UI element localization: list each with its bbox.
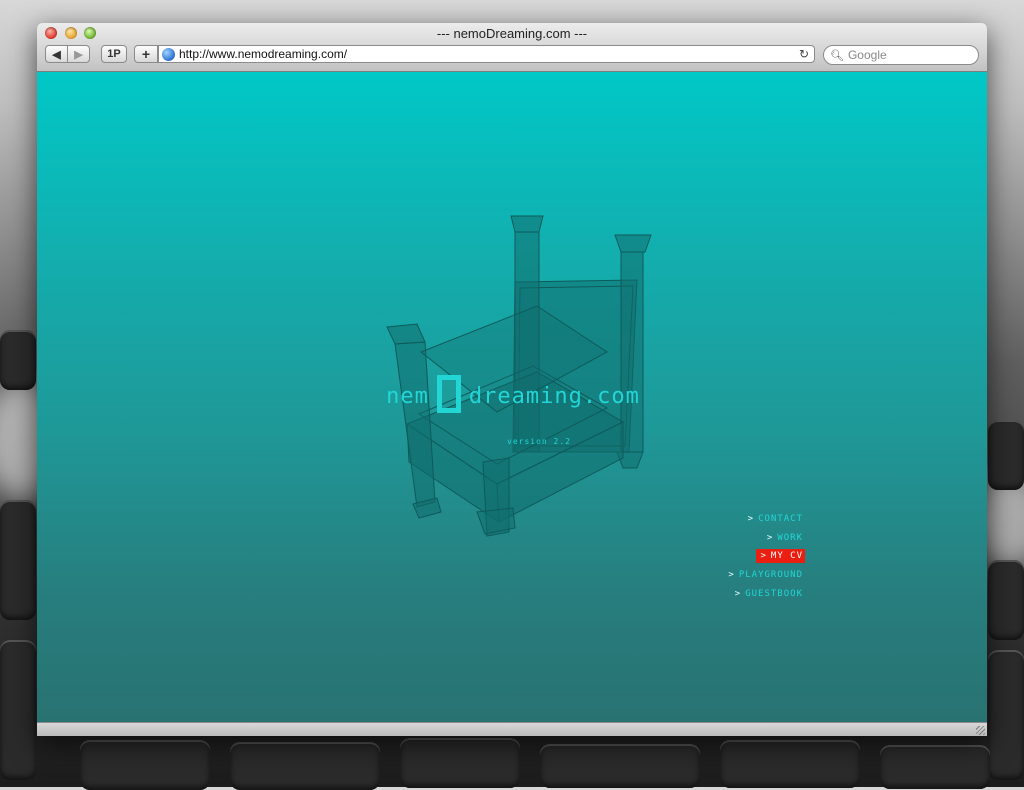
- status-bar: [37, 722, 987, 736]
- rock: [988, 420, 1024, 490]
- globe-icon: [162, 47, 175, 61]
- logo-square-mark: [436, 375, 461, 413]
- rock: [80, 740, 210, 790]
- search-input[interactable]: [847, 48, 968, 62]
- back-button[interactable]: ◀: [45, 45, 68, 63]
- chevron-right-icon: >: [747, 514, 755, 524]
- nav-item-guestbook[interactable]: > GUESTBOOK: [731, 587, 805, 601]
- rock: [540, 744, 700, 788]
- add-bookmark-button[interactable]: +: [134, 45, 158, 63]
- nav-item-label: WORK: [777, 532, 803, 543]
- nav-item-work[interactable]: > WORK: [763, 531, 805, 545]
- rock: [400, 738, 520, 788]
- nav-item-playground[interactable]: > PLAYGROUND: [724, 568, 805, 582]
- chevron-right-icon: >: [728, 570, 735, 581]
- rock: [880, 745, 990, 789]
- back-arrow-icon: ◀: [52, 48, 61, 61]
- bed-wireframe-illustration: [386, 215, 652, 537]
- rock: [988, 650, 1024, 780]
- browser-toolbar: --- nemoDreaming.com --- ◀ ▶ 1P + ↻ 🔍︎: [37, 23, 987, 72]
- plus-icon: +: [141, 46, 151, 62]
- site-nav-menu: > CONTACT > WORK > MY CV > PLAYGROUND > GUEST…: [724, 512, 805, 605]
- url-input[interactable]: [179, 47, 779, 61]
- rock: [0, 640, 36, 780]
- nav-item-label: GUESTBOOK: [745, 588, 803, 599]
- chevron-right-icon: >: [760, 551, 767, 562]
- nav-item-label: CONTACT: [758, 514, 803, 524]
- page-content: nem dreaming.com version 2.2 > CONTACT > WO…: [37, 72, 987, 722]
- rock: [988, 560, 1024, 640]
- rock: [230, 742, 380, 790]
- resize-grip-icon[interactable]: [976, 726, 985, 735]
- search-icon[interactable]: 🔍︎: [830, 49, 844, 62]
- nav-item-label: PLAYGROUND: [738, 570, 803, 581]
- reload-icon[interactable]: ↻: [799, 47, 809, 61]
- forward-button[interactable]: ▶: [67, 45, 90, 63]
- logo-text-left: nem: [386, 384, 429, 409]
- logo-text-right: dreaming.com: [468, 384, 640, 409]
- search-box[interactable]: 🔍︎: [823, 45, 979, 65]
- version-label: version 2.2: [507, 437, 571, 446]
- site-logo[interactable]: nem dreaming.com: [348, 375, 678, 413]
- onepassword-label: 1P: [107, 48, 121, 60]
- nav-item-label: MY CV: [770, 551, 803, 562]
- nav-item-contact[interactable]: > CONTACT: [744, 512, 805, 526]
- rock: [0, 500, 36, 620]
- chevron-right-icon: >: [766, 532, 774, 543]
- window-title: --- nemoDreaming.com ---: [436, 26, 588, 41]
- onepassword-button[interactable]: 1P: [101, 45, 127, 63]
- browser-window: --- nemoDreaming.com --- ◀ ▶ 1P + ↻ 🔍︎: [37, 23, 987, 736]
- forward-arrow-icon: ▶: [74, 48, 83, 61]
- rock: [0, 330, 36, 390]
- rock: [720, 740, 860, 788]
- nav-item-my-cv[interactable]: > MY CV: [756, 549, 805, 564]
- address-bar[interactable]: ↻: [158, 45, 815, 63]
- chevron-right-icon: >: [734, 588, 742, 599]
